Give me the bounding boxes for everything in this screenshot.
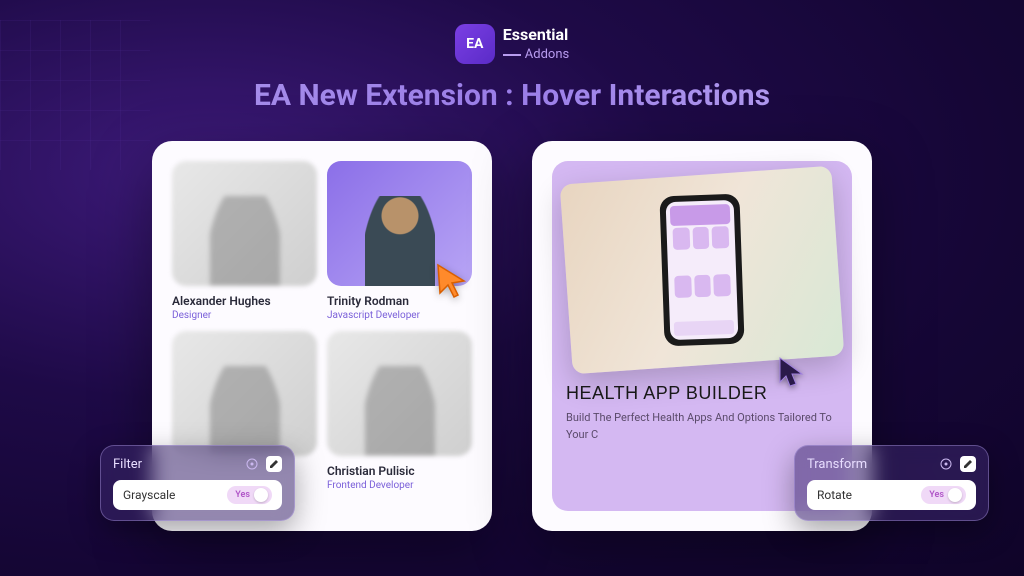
toggle-switch[interactable]: Yes [921, 486, 966, 504]
team-grid: Alexander Hughes Designer Trinity Rodman… [172, 161, 472, 491]
settings-icon[interactable] [244, 456, 260, 472]
control-header: Transform [807, 456, 976, 472]
filter-control-card[interactable]: Filter Grayscale Yes [100, 445, 295, 521]
control-title: Transform [807, 457, 867, 472]
promo-description: Build The Perfect Health Apps And Option… [566, 410, 838, 443]
control-option-row[interactable]: Rotate Yes [807, 480, 976, 510]
member-photo [172, 331, 317, 456]
edit-icon[interactable] [960, 456, 976, 472]
toggle-label: Yes [929, 490, 944, 500]
toggle-knob [948, 488, 962, 502]
team-member[interactable]: Christian Pulisic Frontend Developer [327, 331, 472, 491]
control-title: Filter [113, 457, 142, 472]
member-name: Alexander Hughes [172, 294, 317, 308]
pixel-cursor-icon [776, 356, 812, 392]
team-member-active[interactable]: Trinity Rodman Javascript Developer [327, 161, 472, 321]
edit-icon[interactable] [266, 456, 282, 472]
toggle-knob [254, 488, 268, 502]
brand-subname: Addons [503, 48, 569, 61]
brand-logo: EA Essential Addons [455, 24, 569, 64]
brand-logo-icon: EA [455, 24, 495, 64]
member-photo [327, 331, 472, 456]
decorative-grid [0, 20, 150, 170]
settings-icon[interactable] [938, 456, 954, 472]
member-role: Designer [172, 310, 317, 321]
control-header: Filter [113, 456, 282, 472]
control-option-label: Rotate [817, 488, 852, 502]
cursor-arrow-icon [432, 261, 472, 301]
member-photo [172, 161, 317, 286]
member-role: Javascript Developer [327, 310, 472, 321]
transform-control-card[interactable]: Transform Rotate Yes [794, 445, 989, 521]
toggle-switch[interactable]: Yes [227, 486, 272, 504]
brand-name: Essential [503, 27, 569, 43]
control-option-label: Grayscale [123, 488, 175, 502]
brand-logo-text: Essential Addons [503, 27, 569, 62]
member-name: Christian Pulisic [327, 464, 472, 478]
team-member[interactable]: Alexander Hughes Designer [172, 161, 317, 321]
member-role: Frontend Developer [327, 480, 472, 491]
promo-image [560, 166, 845, 375]
page-title: EA New Extension : Hover Interactions [0, 78, 1024, 113]
toggle-label: Yes [235, 490, 250, 500]
header: EA Essential Addons EA New Extension : H… [0, 0, 1024, 113]
phone-mockup [659, 194, 744, 347]
control-option-row[interactable]: Grayscale Yes [113, 480, 282, 510]
